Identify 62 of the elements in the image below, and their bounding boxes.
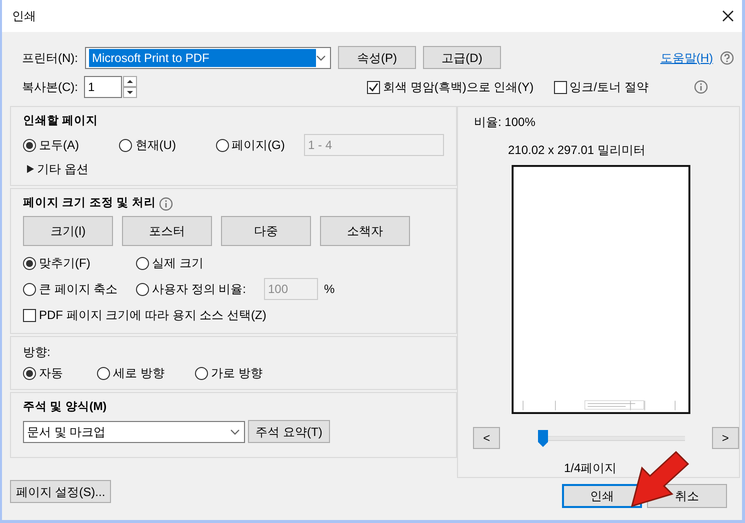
- copies-label: 복사본(C):: [22, 79, 78, 96]
- more-options-toggle[interactable]: 기타 옵션: [27, 160, 88, 178]
- sizing-button[interactable]: 다중: [221, 216, 311, 246]
- checkbox[interactable]: [367, 80, 380, 94]
- checkbox-label[interactable]: PDF 페이지 크기에 따라 용지 소스 선택(Z): [39, 306, 266, 324]
- radio-button[interactable]: [23, 138, 36, 152]
- printer-button[interactable]: 고급(D): [423, 46, 501, 69]
- radio-button[interactable]: [23, 366, 36, 380]
- scale-label: 비율: 100%: [474, 114, 536, 131]
- summarize-button[interactable]: 주석 요약(T): [248, 420, 330, 444]
- close-icon[interactable]: [722, 10, 734, 22]
- section-title: 페이지 크기 조정 및 처리: [23, 196, 156, 211]
- sizing-button[interactable]: 소책자: [320, 216, 410, 246]
- caret-icon: [316, 54, 326, 60]
- printer-button[interactable]: 속성(P): [338, 46, 416, 69]
- radio-label[interactable]: 자동: [39, 364, 63, 382]
- help-icon[interactable]: [720, 50, 734, 64]
- page-count-label: 1/4페이지: [564, 460, 618, 477]
- radio-button[interactable]: [216, 138, 229, 152]
- printer-label: 프린터(N):: [22, 50, 78, 66]
- radio-label[interactable]: 페이지(G): [232, 136, 285, 154]
- section-title: 인쇄할 페이지: [23, 114, 100, 129]
- radio-label[interactable]: 모두(A): [39, 136, 79, 154]
- radio-label[interactable]: 세로 방향: [113, 364, 164, 382]
- radio-button[interactable]: [119, 138, 132, 152]
- section-title: 방향:: [23, 344, 52, 361]
- checkbox-label[interactable]: 잉크/토너 절약: [570, 78, 648, 96]
- sizing-button[interactable]: 크기(I): [23, 216, 113, 246]
- info-icon[interactable]: [158, 196, 173, 211]
- radio-label[interactable]: 가로 방향: [211, 364, 262, 382]
- paper-size-label: 210.02 x 297.01 밀리미터: [508, 142, 646, 159]
- radio-label[interactable]: 맞추기(F): [39, 254, 90, 272]
- radio-button[interactable]: [23, 282, 36, 296]
- radio-label[interactable]: 실제 크기: [152, 254, 204, 272]
- radio-button[interactable]: [136, 282, 149, 296]
- expand-icon: [27, 165, 34, 174]
- radio-button[interactable]: [195, 366, 208, 380]
- checkbox-label[interactable]: 회색 명암(흑백)으로 인쇄(Y): [383, 78, 534, 96]
- previous-page-button[interactable]: <: [473, 427, 500, 449]
- page-setup-button[interactable]: 페이지 설정(S)...: [10, 480, 111, 503]
- unit-label: %: [324, 281, 335, 298]
- window-title: 인쇄: [12, 8, 36, 25]
- printer-dropdown[interactable]: Microsoft Print to PDF: [85, 46, 331, 68]
- radio-button[interactable]: [23, 256, 36, 270]
- sizing-button[interactable]: 포스터: [122, 216, 212, 246]
- radio-label[interactable]: 큰 페이지 축소: [39, 280, 118, 298]
- checkbox[interactable]: [554, 80, 567, 94]
- checkbox[interactable]: [23, 308, 36, 322]
- copies-field[interactable]: 1: [84, 76, 122, 98]
- help-link[interactable]: 도움말(H): [660, 48, 713, 66]
- caret-icon: [230, 428, 240, 435]
- radio-button[interactable]: [136, 256, 149, 270]
- slider-thumb[interactable]: [538, 430, 548, 446]
- next-page-button[interactable]: >: [712, 427, 739, 449]
- spinner-icon[interactable]: [123, 76, 137, 98]
- radio-label[interactable]: 사용자 정의 비율:: [152, 280, 246, 298]
- info-icon[interactable]: [694, 80, 708, 94]
- forms-dropdown[interactable]: 문서 및 마크업: [23, 420, 245, 443]
- radio-label[interactable]: 현재(U): [135, 136, 176, 154]
- section-title: 주석 및 양식(M): [23, 400, 108, 415]
- checkmark-icon: [368, 82, 379, 92]
- radio-button[interactable]: [97, 366, 110, 380]
